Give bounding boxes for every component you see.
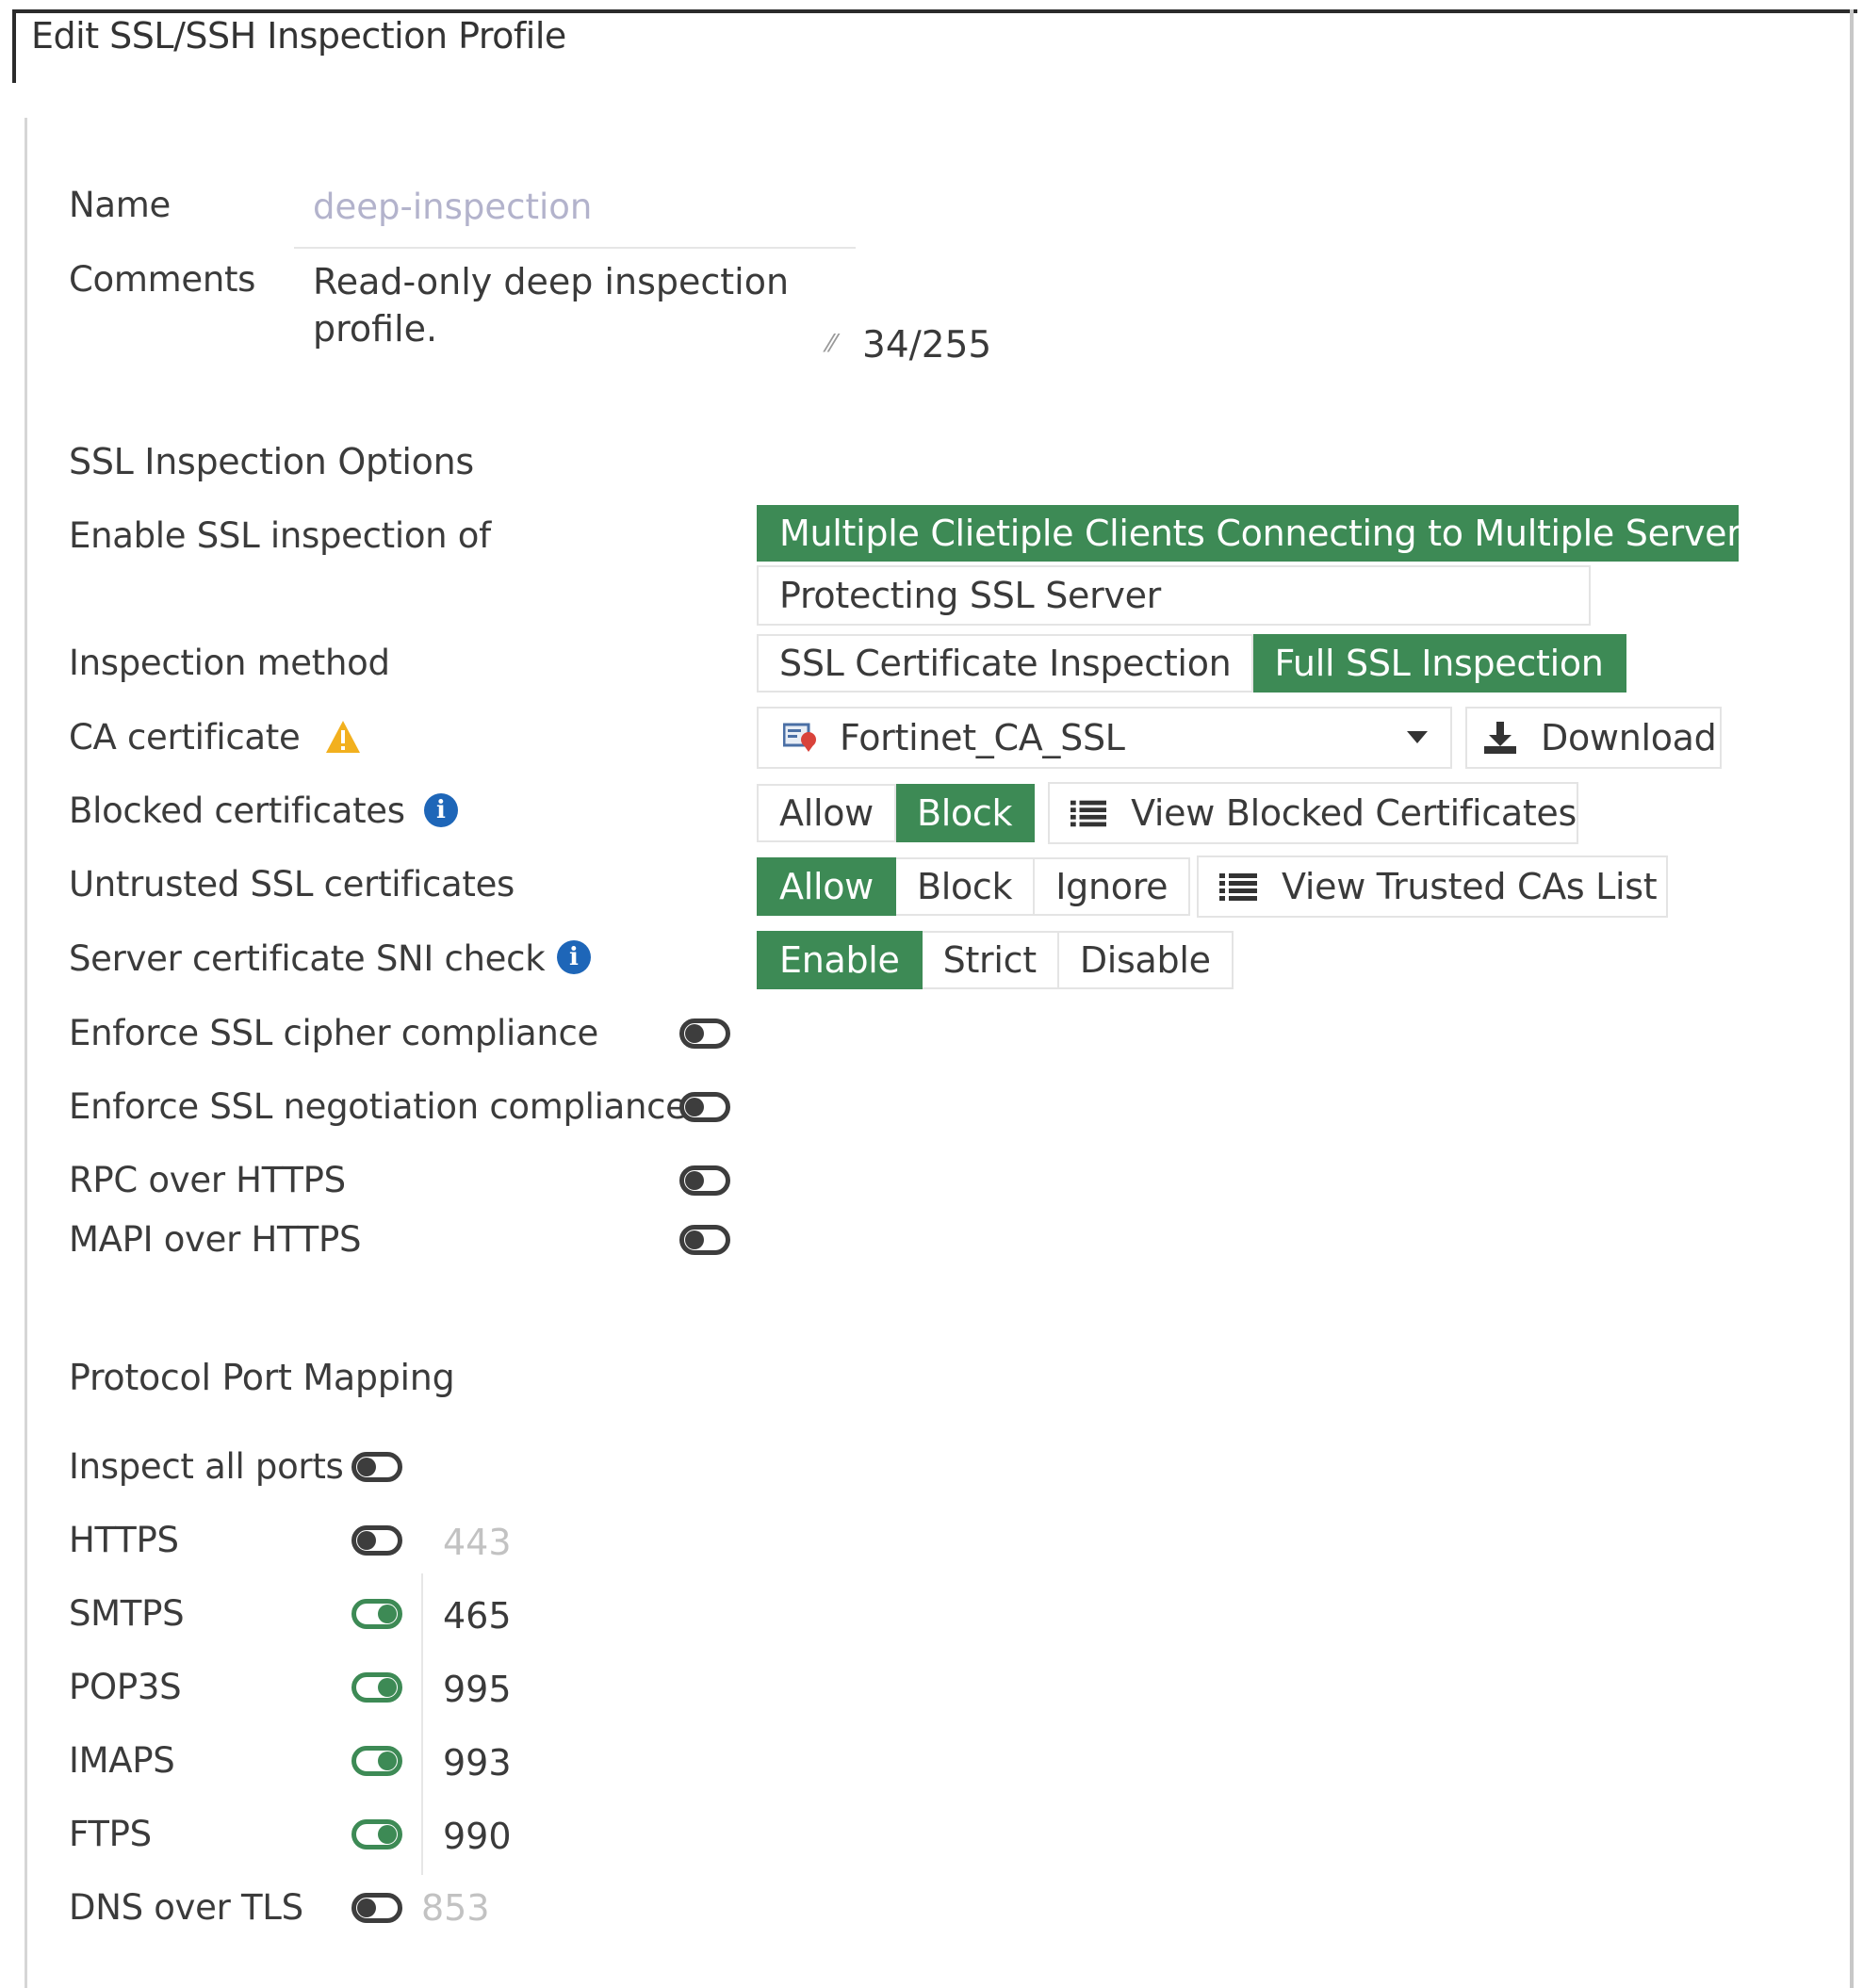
negotiation-compliance-switch[interactable] [679, 1092, 730, 1122]
untrusted-certificates-block[interactable]: Block [895, 857, 1036, 916]
dialog-frame-left [12, 9, 16, 83]
blocked-certificates-toggle[interactable]: Allow Block [757, 784, 1036, 842]
enable-ssl-label: Enable SSL inspection of [69, 515, 491, 556]
download-label: Download [1541, 717, 1717, 758]
smtps-port[interactable]: 465 [443, 1595, 512, 1637]
inspection-method-full[interactable]: Full SSL Inspection [1253, 634, 1626, 693]
mapi-over-https-switch[interactable] [679, 1225, 730, 1255]
port-column-divider [421, 1573, 423, 1875]
blocked-certificates-block[interactable]: Block [895, 784, 1036, 842]
enable-ssl-option-protecting-server[interactable]: Protecting SSL Server [757, 565, 1591, 626]
sni-check-strict[interactable]: Strict [922, 931, 1059, 989]
https-port[interactable]: 443 [443, 1522, 512, 1563]
info-icon: i [557, 940, 591, 974]
ftps-port[interactable]: 990 [443, 1816, 512, 1857]
negotiation-compliance-label: Enforce SSL negotiation compliance [69, 1086, 687, 1127]
dialog-frame-top [12, 9, 1857, 13]
cipher-compliance-switch[interactable] [679, 1018, 730, 1049]
smtps-label: SMTPS [69, 1593, 185, 1634]
enable-ssl-option-multiple-clients[interactable]: Multiple Clietiple Clients Connecting to… [757, 505, 1759, 562]
dns-over-tls-port[interactable]: 853 [421, 1887, 490, 1929]
enable-ssl-protecting-server-text: Protecting SSL Server [757, 565, 1591, 626]
imaps-switch[interactable] [351, 1746, 402, 1776]
sni-check-label: Server certificate SNI check [69, 938, 546, 979]
ca-certificate-value: Fortinet_CA_SSL [840, 717, 1125, 758]
inspection-method-toggle[interactable]: SSL Certificate Inspection Full SSL Insp… [757, 634, 1626, 693]
sni-check-toggle[interactable]: Enable Strict Disable [757, 931, 1234, 989]
dns-over-tls-switch[interactable] [351, 1893, 402, 1923]
rpc-over-https-switch[interactable] [679, 1165, 730, 1196]
https-label: HTTPS [69, 1520, 179, 1560]
pop3s-label: POP3S [69, 1667, 182, 1707]
inspect-all-ports-switch[interactable] [351, 1452, 402, 1482]
comments-field[interactable]: Read-only deep inspection profile. [294, 254, 859, 358]
pop3s-port[interactable]: 995 [443, 1669, 512, 1710]
warning-icon [326, 721, 360, 753]
dialog-frame-right [1850, 9, 1854, 1988]
https-switch[interactable] [351, 1525, 402, 1556]
view-blocked-certificates-button[interactable]: View Blocked Certificates [1048, 782, 1578, 844]
sni-check-disable[interactable]: Disable [1058, 931, 1234, 989]
name-label: Name [69, 185, 171, 225]
list-icon [1219, 873, 1257, 901]
comments-value: Read-only deep inspection profile. [313, 261, 790, 350]
download-icon [1484, 722, 1516, 754]
rpc-over-https-label: RPC over HTTPS [69, 1160, 346, 1200]
comments-label: Comments [69, 259, 256, 300]
cipher-compliance-label: Enforce SSL cipher compliance [69, 1013, 599, 1053]
view-trusted-cas-label: View Trusted CAs List [1282, 866, 1658, 907]
ca-certificate-select[interactable]: Fortinet_CA_SSL [757, 707, 1452, 769]
form-left-rule [25, 118, 27, 1988]
imaps-port[interactable]: 993 [443, 1742, 512, 1784]
pop3s-switch[interactable] [351, 1672, 402, 1703]
ssl-options-heading: SSL Inspection Options [69, 441, 474, 482]
view-blocked-certificates-label: View Blocked Certificates [1131, 792, 1577, 834]
download-button[interactable]: Download [1465, 707, 1722, 769]
enable-ssl-multiple-clients-text: Multiple Clietiple Clients Connecting to… [757, 505, 1759, 562]
port-mapping-heading: Protocol Port Mapping [69, 1357, 455, 1398]
comments-char-counter: 34/255 [862, 324, 992, 367]
sni-check-enable[interactable]: Enable [757, 931, 923, 989]
name-value: deep-inspection [313, 187, 593, 227]
inspection-method-label: Inspection method [69, 643, 390, 683]
ftps-switch[interactable] [351, 1819, 402, 1849]
dialog-title: Edit SSL/SSH Inspection Profile [31, 15, 566, 57]
ftps-label: FTPS [69, 1814, 152, 1854]
smtps-switch[interactable] [351, 1599, 402, 1629]
chevron-down-icon [1407, 731, 1428, 743]
untrusted-certificates-ignore[interactable]: Ignore [1035, 857, 1191, 916]
certificate-icon [783, 723, 816, 752]
view-trusted-cas-button[interactable]: View Trusted CAs List [1197, 855, 1668, 918]
mapi-over-https-label: MAPI over HTTPS [69, 1219, 362, 1260]
blocked-certificates-label: Blocked certificates [69, 790, 405, 831]
imaps-label: IMAPS [69, 1740, 175, 1781]
inspect-all-ports-label: Inspect all ports [69, 1446, 344, 1487]
resize-handle-icon[interactable]: ⁄⁄ [827, 330, 836, 358]
inspection-method-cert[interactable]: SSL Certificate Inspection [757, 634, 1254, 693]
ca-certificate-label: CA certificate [69, 717, 301, 758]
list-icon [1070, 800, 1107, 827]
dns-over-tls-label: DNS over TLS [69, 1887, 303, 1928]
info-icon: i [424, 793, 458, 827]
untrusted-certificates-toggle[interactable]: Allow Block Ignore [757, 857, 1191, 916]
untrusted-certificates-allow[interactable]: Allow [757, 857, 896, 916]
name-field[interactable]: deep-inspection [294, 179, 856, 249]
untrusted-certificates-label: Untrusted SSL certificates [69, 864, 515, 904]
blocked-certificates-allow[interactable]: Allow [757, 784, 896, 842]
